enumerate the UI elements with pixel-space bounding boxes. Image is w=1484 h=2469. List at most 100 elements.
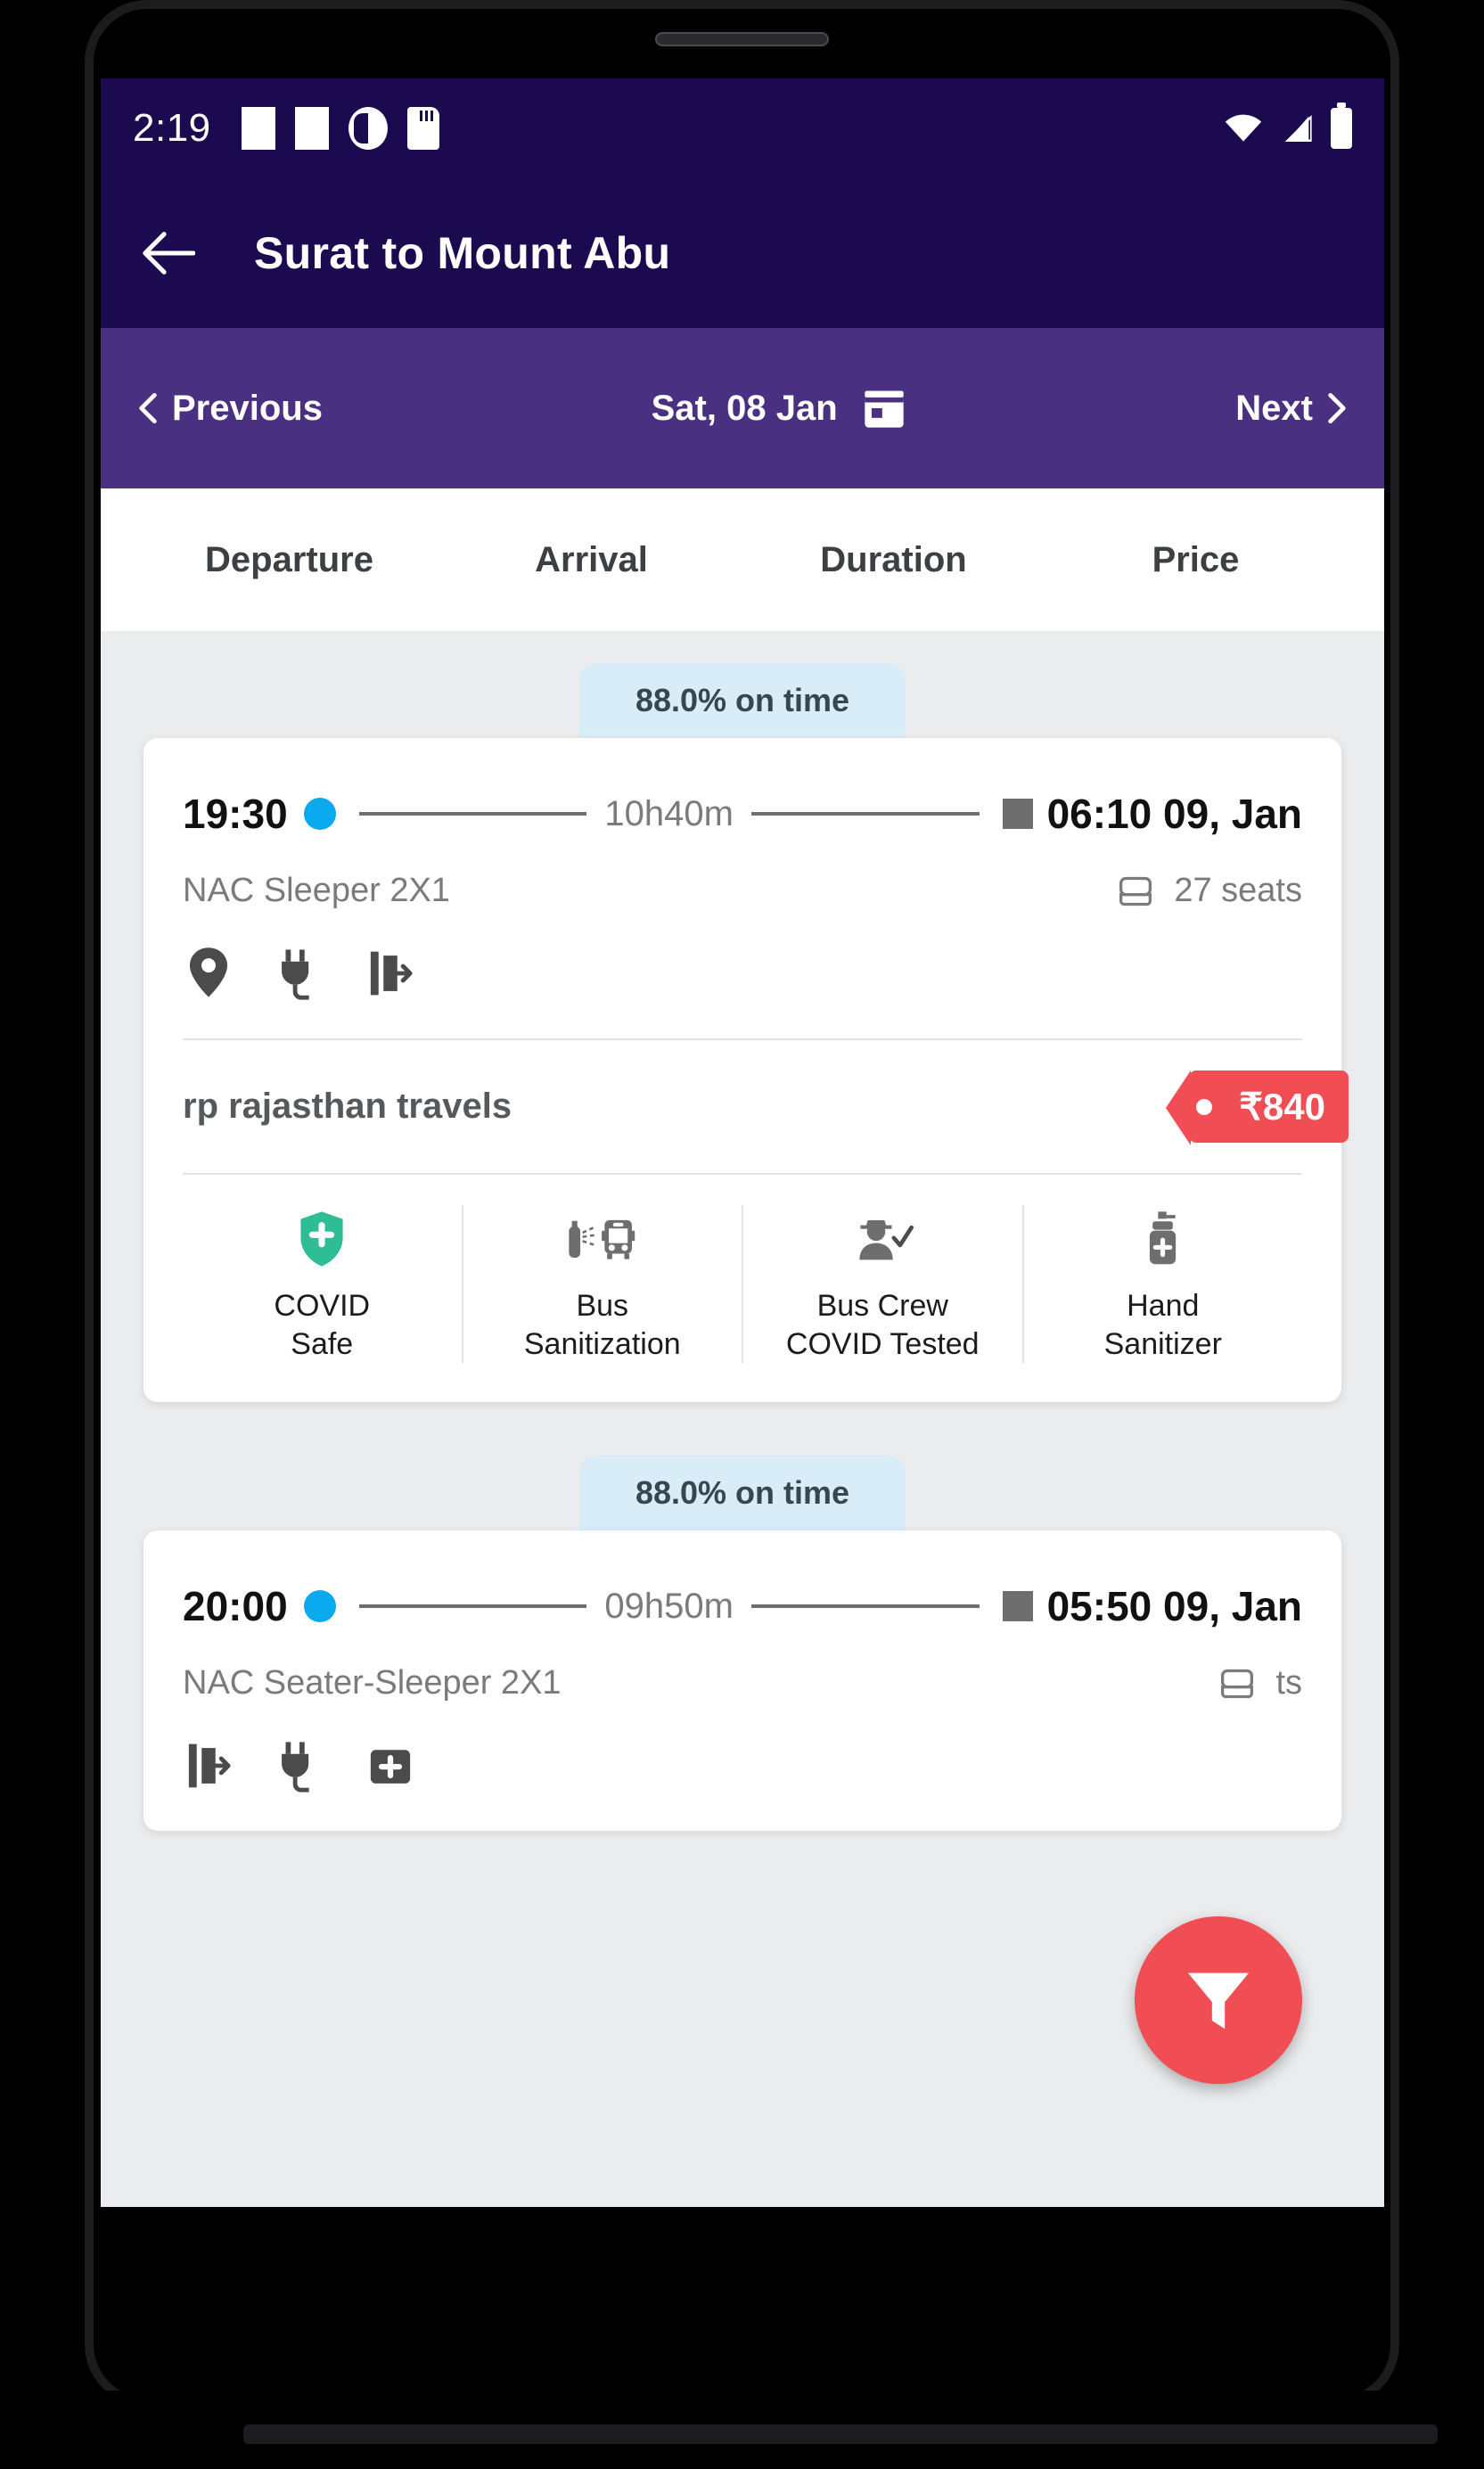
- charging-point-icon: [282, 949, 309, 1000]
- tab-departure[interactable]: Departure: [138, 540, 440, 580]
- covid-feature-label: Bus Sanitization: [471, 1287, 735, 1363]
- trip-duration: 10h40m: [604, 793, 734, 833]
- covid-feature-item: Bus Crew COVID Tested: [743, 1205, 1024, 1363]
- signal-icon: [1284, 115, 1312, 142]
- next-label: Next: [1235, 388, 1313, 428]
- route-line-left: [358, 812, 587, 816]
- next-date-button[interactable]: Next: [1235, 389, 1347, 429]
- previous-date-button[interactable]: Previous: [138, 389, 323, 429]
- bus-list[interactable]: 88.0% on time 19:30 10h40m 06:10 09, Jan…: [101, 631, 1384, 2207]
- earpiece-speaker: [655, 32, 829, 46]
- covid-feature-label: Bus Crew COVID Tested: [750, 1287, 1015, 1363]
- spray-bus-icon: [569, 1219, 635, 1259]
- departure-time: 19:30: [183, 791, 288, 837]
- bus-card-wrapper: 88.0% on time 20:00 09h50m 05:50 09, Jan…: [101, 1402, 1384, 1831]
- sort-tabs: Departure Arrival Duration Price: [101, 488, 1384, 631]
- status-badge: 88.0% on time: [579, 663, 906, 738]
- operator-row: rp rajasthan travels ₹840: [183, 1040, 1349, 1173]
- covid-feature-item: Bus Sanitization: [463, 1205, 743, 1363]
- notification-square-icon: [294, 107, 329, 150]
- seat-icon: [1221, 1669, 1254, 1698]
- seats-available: 27 seats: [1115, 872, 1302, 910]
- filter-button[interactable]: [1135, 1916, 1302, 2084]
- timing-row: 19:30 10h40m 06:10 09, Jan: [183, 738, 1302, 849]
- covid-feature-line2: COVID Tested: [785, 1326, 980, 1361]
- covid-feature-line1: Bus Crew: [816, 1289, 948, 1323]
- shield-plus-icon: [300, 1211, 343, 1267]
- covid-feature-line1: Hand: [1127, 1289, 1200, 1323]
- crew-tested-icon-wrap: [750, 1205, 1015, 1273]
- phone-screen: 2:19 Surat to Mount Abu Previous Sat, 08…: [101, 78, 1384, 2207]
- battery-icon: [1331, 103, 1352, 149]
- price-tag[interactable]: ₹840: [1166, 1070, 1349, 1145]
- covid-feature-label: Hand Sanitizer: [1031, 1287, 1296, 1363]
- device-frame: 2:19 Surat to Mount Abu Previous Sat, 08…: [0, 0, 1484, 2469]
- departure-dot-icon: [303, 1590, 336, 1622]
- filter-icon: [1187, 1973, 1250, 2030]
- hand-sanitizer-icon: [1149, 1211, 1176, 1265]
- covid-feature-item: COVID Safe: [183, 1205, 463, 1363]
- bus-card-wrapper: 88.0% on time 19:30 10h40m 06:10 09, Jan…: [101, 631, 1384, 1402]
- first-aid-icon: [370, 1750, 411, 1784]
- tab-price[interactable]: Price: [1045, 540, 1347, 580]
- covid-feature-line1: COVID: [274, 1289, 371, 1323]
- spray-bus-icon-wrap: [471, 1205, 735, 1273]
- route-line-right: [750, 1604, 980, 1608]
- status-badge: 88.0% on time: [579, 1456, 906, 1530]
- hand-sanitizer-icon-wrap: [1031, 1205, 1296, 1273]
- date-display[interactable]: Sat, 08 Jan: [323, 385, 1235, 431]
- covid-feature-item: Hand Sanitizer: [1024, 1205, 1303, 1363]
- notification-square-icon: [241, 107, 275, 150]
- calendar-icon[interactable]: [861, 385, 907, 431]
- eye-icon: [348, 107, 388, 150]
- tab-arrival[interactable]: Arrival: [440, 540, 742, 580]
- bus-type-row: NAC Seater-Sleeper 2X1 ts: [183, 1641, 1302, 1708]
- chevron-right-icon: [1328, 392, 1346, 424]
- exit-door-icon: [188, 1743, 231, 1788]
- status-time: 2:19: [133, 106, 211, 150]
- arrival-square-icon: [1002, 799, 1033, 829]
- device-chin: [101, 2391, 1438, 2469]
- tab-duration[interactable]: Duration: [742, 540, 1045, 580]
- arrival-square-icon: [1002, 1591, 1033, 1621]
- route-line-left: [358, 1604, 587, 1608]
- status-left-icons: [241, 107, 439, 150]
- charging-point-icon: [282, 1742, 309, 1792]
- covid-feature-line2: Sanitizer: [1103, 1326, 1222, 1361]
- covid-feature-label: COVID Safe: [190, 1287, 455, 1363]
- covid-feature-line2: Sanitization: [523, 1326, 681, 1361]
- page-title: Surat to Mount Abu: [254, 228, 671, 278]
- seat-icon: [1119, 876, 1152, 906]
- app-bar: Surat to Mount Abu: [101, 178, 1384, 328]
- bus-card[interactable]: 20:00 09h50m 05:50 09, Jan NAC Seater-Sl…: [143, 1530, 1341, 1831]
- seats-count-label: 27 seats: [1174, 872, 1302, 909]
- previous-label: Previous: [172, 388, 323, 428]
- operator-name: rp rajasthan travels: [183, 1087, 512, 1126]
- departure-time: 20:00: [183, 1583, 288, 1629]
- shield-plus-icon-wrap: [190, 1205, 455, 1273]
- date-navigation-bar: Previous Sat, 08 Jan Next: [101, 328, 1384, 488]
- wifi-icon: [1225, 114, 1262, 142]
- bus-type-row: NAC Sleeper 2X1 27 seats: [183, 849, 1302, 915]
- status-right-icons: [1224, 103, 1352, 149]
- sd-card-icon: [406, 107, 439, 150]
- chevron-left-icon: [139, 392, 157, 424]
- bus-card[interactable]: 19:30 10h40m 06:10 09, Jan NAC Sleeper 2…: [143, 738, 1349, 1402]
- exit-door-icon: [370, 951, 413, 996]
- back-arrow-icon[interactable]: [140, 228, 195, 278]
- amenities-row: [183, 1708, 1302, 1831]
- arrival-time: 05:50 09, Jan: [1046, 1583, 1303, 1629]
- crew-tested-icon: [859, 1220, 914, 1260]
- departure-dot-icon: [303, 798, 336, 830]
- selected-date: Sat, 08 Jan: [651, 388, 838, 428]
- price-tag-hole-icon: [1196, 1098, 1213, 1115]
- seats-count-label: ts: [1275, 1664, 1302, 1702]
- bus-type: NAC Seater-Sleeper 2X1: [183, 1664, 562, 1702]
- bus-type: NAC Sleeper 2X1: [183, 872, 450, 909]
- trip-duration: 09h50m: [604, 1586, 734, 1626]
- amenities-row: [183, 915, 1302, 1038]
- route-line-right: [750, 812, 980, 816]
- seats-available: ts: [1217, 1664, 1302, 1702]
- covid-features-row: COVID Safe Bus Sanitization Bus Crew COV…: [183, 1175, 1302, 1402]
- price-value: ₹840: [1239, 1086, 1325, 1128]
